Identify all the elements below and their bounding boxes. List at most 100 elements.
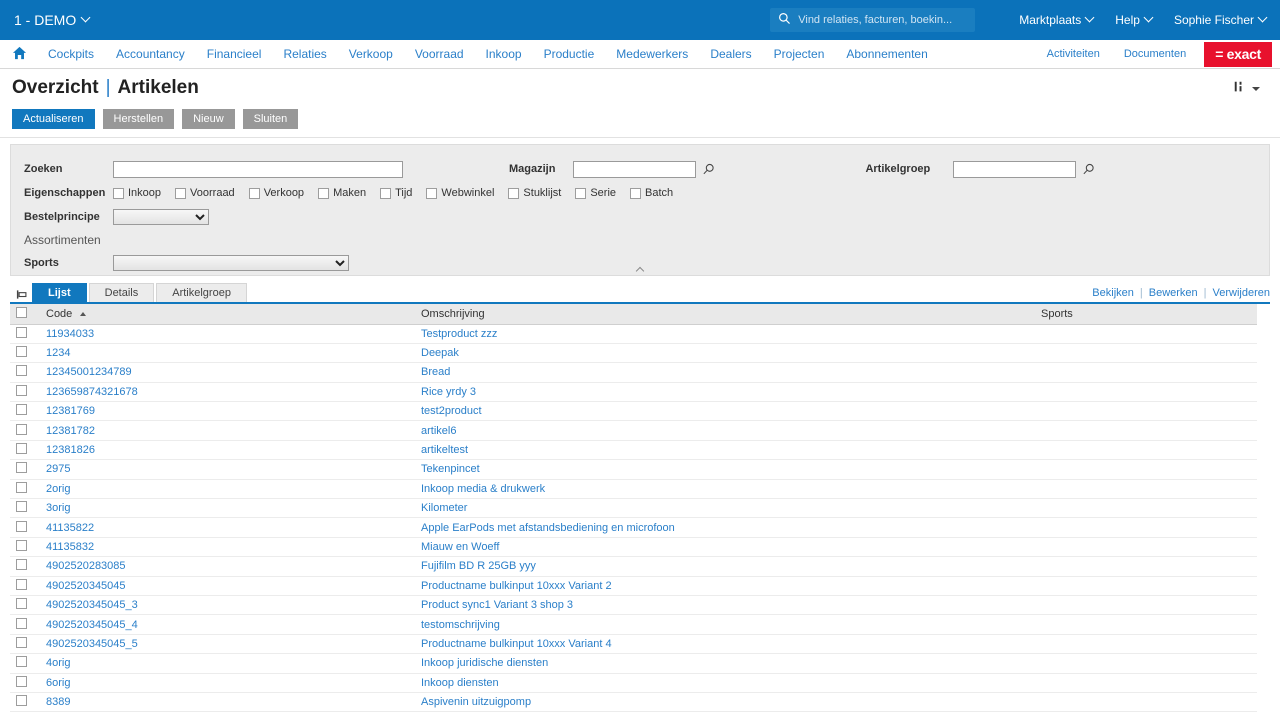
table-row[interactable]: 2orig Inkoop media & drukwerk (10, 479, 1257, 498)
table-row[interactable]: 3orig Kilometer (10, 499, 1257, 518)
checkbox-stuklijst[interactable]: Stuklijst (508, 187, 561, 199)
nav-item-abonnementen[interactable]: Abonnementen (835, 40, 938, 68)
table-row[interactable]: 4902520283085Fujifilm BD R 25GB yyy (10, 557, 1257, 576)
checkbox-voorraad[interactable]: Voorraad (175, 187, 235, 199)
code-link[interactable]: 8389 (46, 696, 70, 708)
row-checkbox[interactable] (16, 365, 27, 376)
row-checkbox[interactable] (16, 346, 27, 357)
row-checkbox[interactable] (16, 327, 27, 338)
nav-item-medewerkers[interactable]: Medewerkers (605, 40, 699, 68)
column-header-omschrijving[interactable]: Omschrijving (415, 304, 1035, 324)
table-row[interactable]: 41135822 Apple EarPods met afstandsbedien… (10, 518, 1257, 537)
omschrijving-link[interactable]: Product sync1 Variant 3 shop 3 (421, 599, 573, 611)
row-checkbox[interactable] (16, 676, 27, 687)
global-search[interactable]: Vind relaties, facturen, boekin... (770, 8, 975, 32)
user-menu[interactable]: Sophie Fischer (1174, 13, 1266, 27)
omschrijving-link[interactable]: Rice yrdy 3 (421, 386, 476, 398)
code-link[interactable]: 41135822 (46, 522, 94, 534)
collapse-panel-button[interactable] (11, 263, 1269, 274)
code-link[interactable]: 3orig (46, 502, 70, 514)
zoeken-input[interactable] (113, 161, 403, 178)
row-checkbox[interactable] (16, 404, 27, 415)
row-checkbox[interactable] (16, 385, 27, 396)
row-checkbox[interactable] (16, 656, 27, 667)
omschrijving-link[interactable]: Deepak (421, 347, 459, 359)
omschrijving-link[interactable]: Tekenpincet (421, 463, 480, 475)
row-checkbox[interactable] (16, 618, 27, 629)
omschrijving-link[interactable]: artikel6 (421, 425, 456, 437)
row-checkbox[interactable] (16, 482, 27, 493)
code-link[interactable]: 4902520283085 (46, 560, 126, 572)
checkbox-tijd[interactable]: Tijd (380, 187, 412, 199)
checkbox-verkoop[interactable]: Verkoop (249, 187, 304, 199)
omschrijving-link[interactable]: Productname bulkinput 10xxx Variant 2 (421, 580, 612, 592)
code-link[interactable]: 12345001234789 (46, 366, 132, 378)
nav-item-activiteiten[interactable]: Activiteiten (1035, 40, 1112, 68)
code-link[interactable]: 12381769 (46, 405, 95, 417)
checkbox-maken[interactable]: Maken (318, 187, 366, 199)
artikelgroep-lookup-icon[interactable] (1082, 163, 1095, 176)
table-row[interactable]: 4902520345045_3 Product sync1 Variant 3 s… (10, 595, 1257, 614)
code-link[interactable]: 12381826 (46, 444, 95, 456)
omschrijving-link[interactable]: Kilometer (421, 502, 467, 514)
table-row[interactable]: 12381769 test2product (10, 402, 1257, 421)
table-row[interactable]: 4902520345045_4testomschrijving (10, 615, 1257, 634)
tab-details[interactable]: Details (89, 283, 155, 302)
checkbox-box-icon[interactable] (630, 188, 641, 199)
table-row[interactable]: 4orig Inkoop juridische diensten (10, 654, 1257, 673)
row-checkbox[interactable] (16, 540, 27, 551)
checkbox-box-icon[interactable] (380, 188, 391, 199)
nav-item-cockpits[interactable]: Cockpits (37, 40, 105, 68)
nav-item-productie[interactable]: Productie (533, 40, 606, 68)
omschrijving-link[interactable]: Inkoop juridische diensten (421, 657, 548, 669)
row-checkbox[interactable] (16, 501, 27, 512)
checkbox-box-icon[interactable] (175, 188, 186, 199)
table-row[interactable]: 11934033Testproduct zzz (10, 324, 1257, 343)
checkbox-box-icon[interactable] (113, 188, 124, 199)
omschrijving-link[interactable]: Inkoop diensten (421, 677, 499, 689)
checkbox-batch[interactable]: Batch (630, 187, 673, 199)
bekijken-link[interactable]: Bekijken (1092, 287, 1134, 299)
omschrijving-link[interactable]: Inkoop media & drukwerk (421, 483, 545, 495)
help-menu[interactable]: Help (1115, 13, 1152, 27)
omschrijving-link[interactable]: artikeltest (421, 444, 468, 456)
nav-item-accountancy[interactable]: Accountancy (105, 40, 196, 68)
checkbox-box-icon[interactable] (508, 188, 519, 199)
actualiseren-button[interactable]: Actualiseren (12, 109, 95, 129)
checkbox-box-icon[interactable] (249, 188, 260, 199)
code-link[interactable]: 4902520345045 (46, 580, 126, 592)
nav-item-dealers[interactable]: Dealers (699, 40, 762, 68)
row-checkbox[interactable] (16, 598, 27, 609)
tab-lijst[interactable]: Lijst (32, 283, 87, 302)
table-row[interactable]: 1234Deepak (10, 343, 1257, 362)
bestelprincipe-select[interactable] (113, 209, 209, 225)
column-header-code[interactable]: Code (40, 304, 415, 324)
row-checkbox[interactable] (16, 443, 27, 454)
page-settings-button[interactable] (1233, 80, 1268, 97)
table-row[interactable]: 41135832Miauw en Woeff (10, 537, 1257, 556)
omschrijving-link[interactable]: Productname bulkinput 10xxx Variant 4 (421, 638, 612, 650)
row-checkbox[interactable] (16, 695, 27, 706)
omschrijving-link[interactable]: Aspivenin uitzuigpomp (421, 696, 531, 708)
code-link[interactable]: 4orig (46, 657, 70, 669)
omschrijving-link[interactable]: Apple EarPods met afstandsbediening en m… (421, 522, 675, 534)
sluiten-button[interactable]: Sluiten (243, 109, 299, 129)
row-checkbox[interactable] (16, 521, 27, 532)
table-row[interactable]: 4902520345045_5Productname bulkinput 10x… (10, 634, 1257, 653)
nieuw-button[interactable]: Nieuw (182, 109, 235, 129)
row-checkbox[interactable] (16, 637, 27, 648)
nav-item-verkoop[interactable]: Verkoop (338, 40, 404, 68)
table-row[interactable]: 2975Tekenpincet (10, 460, 1257, 479)
table-row[interactable]: 12345001234789Bread (10, 363, 1257, 382)
omschrijving-link[interactable]: test2product (421, 405, 482, 417)
code-link[interactable]: 6orig (46, 677, 70, 689)
code-link[interactable]: 4902520345045_4 (46, 619, 138, 631)
artikelgroep-input[interactable] (953, 161, 1076, 178)
column-header-sports[interactable]: Sports (1035, 304, 1257, 324)
code-link[interactable]: 2orig (46, 483, 70, 495)
code-link[interactable]: 4902520345045_3 (46, 599, 138, 611)
row-checkbox[interactable] (16, 559, 27, 570)
select-all-checkbox[interactable] (16, 307, 27, 318)
code-link[interactable]: 123659874321678 (46, 386, 138, 398)
code-link[interactable]: 11934033 (46, 328, 94, 340)
